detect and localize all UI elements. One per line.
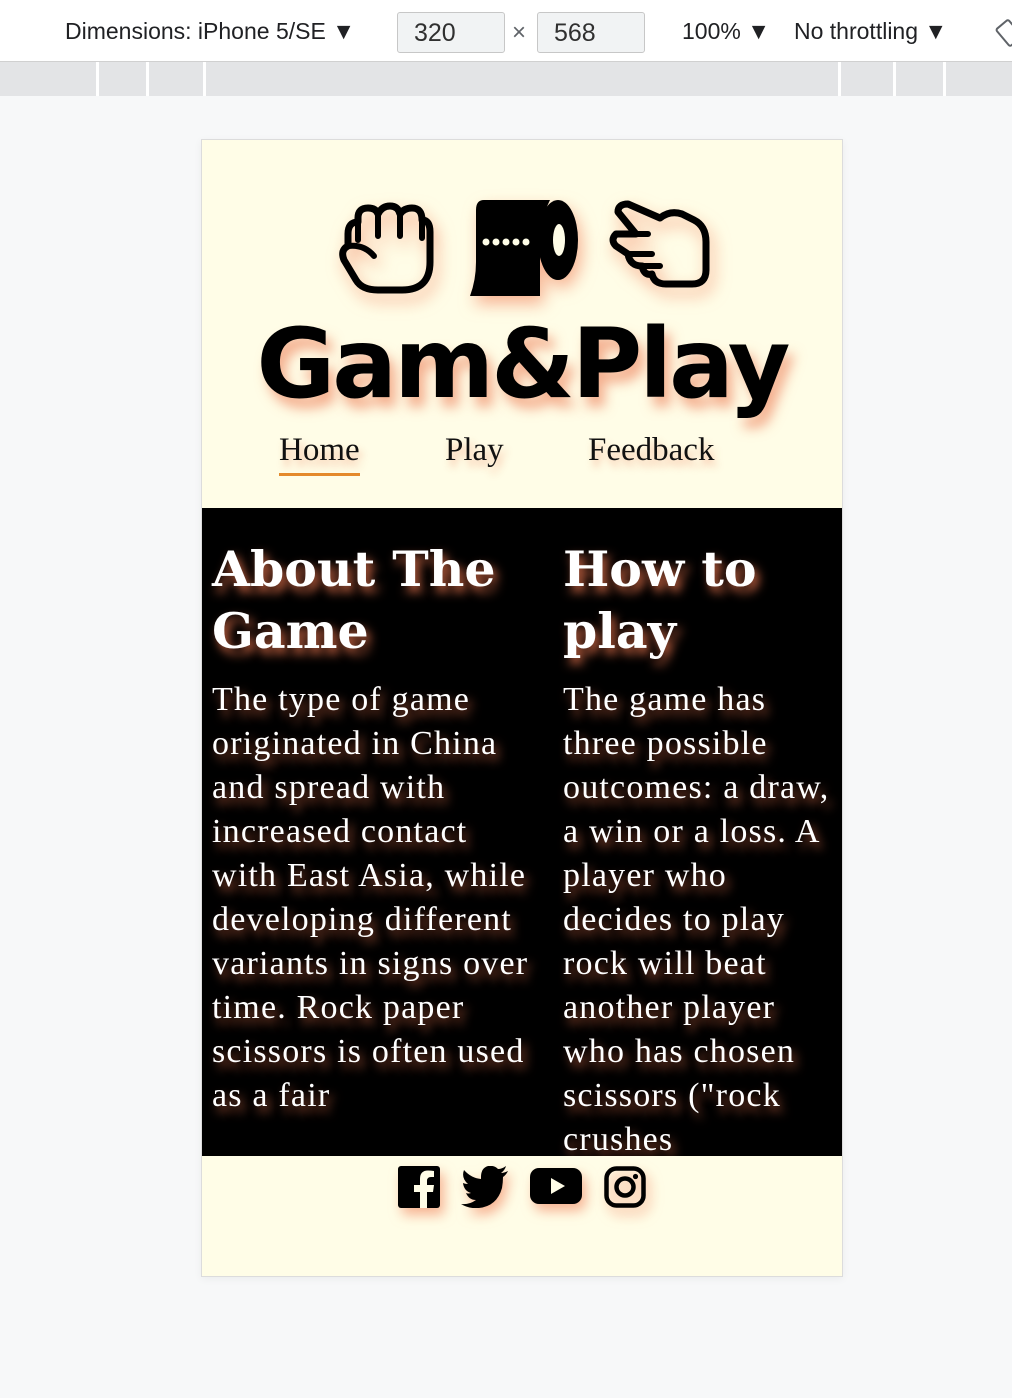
media-query-ruler bbox=[0, 62, 1012, 96]
nav-feedback-link[interactable]: Feedback bbox=[588, 432, 714, 469]
zoom-select[interactable]: 100% ▼ bbox=[682, 18, 770, 45]
nav-play-link[interactable]: Play bbox=[445, 432, 504, 469]
instagram-icon[interactable] bbox=[604, 1166, 646, 1208]
dimension-separator: × bbox=[512, 19, 527, 46]
ruler-divider[interactable] bbox=[893, 62, 896, 96]
how-to-play-heading: How to play bbox=[563, 540, 757, 660]
scissors-hand-icon bbox=[609, 200, 710, 288]
ruler-divider[interactable] bbox=[146, 62, 149, 96]
header-icons bbox=[202, 200, 842, 300]
main-content: About The Game The type of game originat… bbox=[202, 508, 842, 1156]
how-to-play-section: How to play The game has three possible … bbox=[563, 538, 838, 1156]
site-header: Gam&Play Home Play Feedback bbox=[202, 140, 842, 508]
device-viewport: Gam&Play Home Play Feedback About The Ga… bbox=[201, 139, 843, 1277]
about-section: About The Game The type of game originat… bbox=[212, 538, 542, 1118]
about-text: The type of game originated in China and… bbox=[212, 681, 529, 1114]
throttling-select[interactable]: No throttling ▼ bbox=[794, 18, 947, 45]
rotate-icon[interactable] bbox=[995, 18, 1012, 48]
site-logo[interactable]: Gam&Play bbox=[202, 308, 842, 420]
height-input[interactable]: 568 bbox=[537, 12, 645, 53]
ruler-divider[interactable] bbox=[838, 62, 841, 96]
ruler-divider[interactable] bbox=[943, 62, 946, 96]
ruler-divider[interactable] bbox=[96, 62, 99, 96]
rock-hand-icon bbox=[339, 202, 434, 294]
how-to-play-text: The game has three possible outcomes: a … bbox=[563, 681, 830, 1156]
devtools-toolbar: Dimensions: iPhone 5/SE ▼ 320 × 568 100%… bbox=[0, 0, 1012, 62]
width-input[interactable]: 320 bbox=[397, 12, 505, 53]
about-heading: About The Game bbox=[212, 540, 496, 660]
facebook-icon[interactable] bbox=[398, 1166, 440, 1208]
paper-roll-icon bbox=[470, 200, 578, 296]
ruler-divider[interactable] bbox=[203, 62, 206, 96]
main-nav: Home Play Feedback bbox=[202, 432, 842, 482]
nav-home-link[interactable]: Home bbox=[279, 432, 360, 476]
device-select[interactable]: Dimensions: iPhone 5/SE ▼ bbox=[65, 18, 355, 45]
youtube-icon[interactable] bbox=[530, 1166, 582, 1206]
twitter-icon[interactable] bbox=[461, 1166, 509, 1208]
site-footer bbox=[202, 1156, 842, 1276]
